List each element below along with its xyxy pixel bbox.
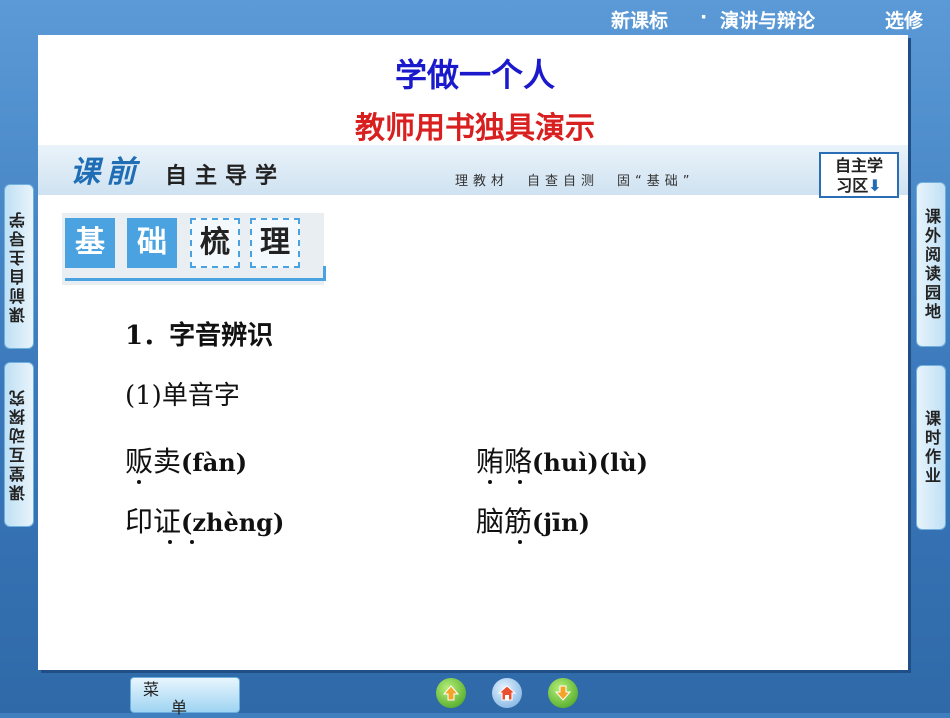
banner-ke-label: 课前 [70,155,142,190]
tab-in-class-inquiry[interactable]: 课堂互动探究 [4,362,34,527]
self-study-zone-button[interactable]: 自主学 习区⬇ [819,152,899,198]
emphasis-dot [488,480,492,484]
badge-ji: 基 [65,218,115,268]
menu-button[interactable]: 菜 单 [130,677,240,717]
badge-chu: 础 [127,218,177,268]
word-item: 贩卖(fàn) [125,440,247,480]
banner-label: 自主导学 [165,164,286,189]
badge-underline [65,266,326,281]
slide-title: 学做一个人 [394,56,555,94]
slide-subtitle: 教师用书独具演示 [355,111,595,146]
word-hanzi: 贩卖 [125,445,182,478]
emphasis-dot [168,540,172,544]
edition-label: 选修 [885,10,924,32]
word-item: 贿赂(huì)(lù) [476,440,648,480]
banner-tagline: 理教材 自查自测 固“基础” [455,174,695,189]
word-item: 印证(zhèng) [125,500,284,540]
badge-li: 理 [250,218,300,268]
word-hanzi: 印证 [125,505,182,538]
tab-pre-class-study[interactable]: 课前自主导学 [4,184,34,349]
course-label: 新课标 [611,10,669,32]
badge-shu: 梳 [190,218,240,268]
subject-label: 演讲与辩论 [720,10,816,32]
section-heading: 1．字音辨识 [125,321,274,351]
section-subheading: (1)单音字 [125,381,240,411]
home-icon [497,685,517,701]
tab-homework[interactable]: 课时作业 [916,365,946,530]
arrow-up-icon [442,685,460,701]
next-page-button[interactable] [548,678,578,708]
previous-page-button[interactable] [436,678,466,708]
menu-label-1: 菜 [143,680,160,699]
zone-line1: 自主学 [834,156,883,175]
word-pinyin: (jīn) [532,508,590,537]
home-button[interactable] [492,678,522,708]
tab-extracurricular-reading[interactable]: 课外阅读园地 [916,182,946,347]
word-pinyin: (huì)(lù) [532,448,649,477]
header-separator: · [700,6,708,28]
menu-label-2: 单 [171,698,188,717]
arrow-down-icon [554,685,572,701]
word-pinyin: (zhèng) [181,508,285,537]
word-item: 脑筋(jīn) [476,500,590,540]
top-bar: 新课标 · 演讲与辩论 选修 [0,0,950,36]
arrow-down-icon: ⬇ [868,176,882,195]
emphasis-dot [137,480,141,484]
word-pinyin: (fàn) [181,448,248,477]
zone-line2: 习区 [836,176,869,195]
emphasis-dot [518,540,522,544]
word-hanzi: 脑筋 [476,505,533,538]
word-hanzi: 贿赂 [476,445,533,478]
emphasis-dot [190,540,194,544]
emphasis-dot [518,480,522,484]
